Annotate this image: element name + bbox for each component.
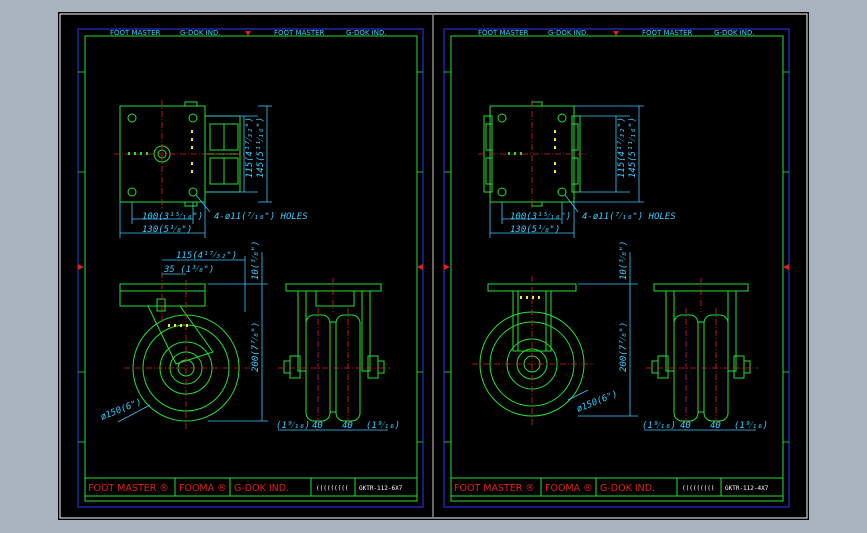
dim-width-4: (1⁹⁄₁₆) — [366, 421, 400, 431]
header-text-3: FOOT MASTER — [274, 29, 325, 37]
holes-note: 4-ø11(⁷⁄₁₆") HOLES — [214, 212, 308, 222]
dim-145-vertical-r: 145(5¹¹⁄₁₆") — [628, 117, 638, 178]
sheet-right: FOOT MASTER G-DOK IND. FOOT MASTER G-DOK… — [443, 28, 790, 508]
title-fooma: FOOMA ® — [179, 483, 227, 494]
title-model-number: GKTR-112-6X7 — [359, 485, 403, 492]
dim-200-r: 200(7⁷⁄₈") — [619, 322, 629, 372]
dim-10-r: 10(³⁄₈") — [619, 241, 629, 280]
dim-100-r: 100(3¹⁵⁄₁₆") — [510, 212, 571, 222]
dim-width-3-r: 40 — [710, 421, 721, 431]
header-text-6: G-DOK IND. — [548, 29, 589, 37]
dim-130-r: 130(5¹⁄₈") — [510, 225, 560, 235]
side-view-rigid — [472, 276, 594, 426]
title-model-number-r: GKTR-112-4X7 — [725, 485, 769, 492]
title-gdok: G-DOK IND. — [234, 483, 289, 494]
dim-115-vertical: 115(4¹⁷⁄₃₂") — [245, 117, 255, 178]
dim-115-horizontal: 115(4¹⁷⁄₃₂") — [176, 251, 237, 261]
dim-width-1-r: (1⁹⁄₁₆) — [642, 421, 676, 431]
cad-drawing: FOOT MASTER G-DOK IND. FOOT MASTER G-DOK… — [59, 13, 808, 519]
dim-35: 35 (1³⁄₈") — [163, 265, 214, 275]
dim-width-4-r: (1⁹⁄₁₆) — [734, 421, 768, 431]
header-text-1: FOOT MASTER — [110, 29, 161, 37]
header-text-2: G-DOK IND. — [180, 29, 221, 37]
dim-130: 130(5¹⁄₈") — [142, 225, 192, 235]
dim-115-vertical-r: 115(4¹⁷⁄₃₂") — [617, 117, 627, 178]
top-view-plate-rigid — [478, 100, 588, 210]
dim-diameter-150: ø150(6") — [99, 397, 143, 423]
title-block-right: FOOT MASTER ® FOOMA ® G-DOK IND. (((((((… — [450, 477, 784, 497]
header-text-8: G-DOK IND. — [714, 29, 755, 37]
drawing-canvas: FOOT MASTER G-DOK IND. FOOT MASTER G-DOK… — [58, 12, 809, 520]
title-code-a: ((((((((( — [316, 485, 349, 492]
title-foot-master-r: FOOT MASTER ® — [454, 483, 535, 494]
title-gdok-r: G-DOK IND. — [600, 483, 655, 494]
title-fooma-r: FOOMA ® — [545, 483, 593, 494]
top-view-plate — [114, 100, 248, 210]
header-text-7: FOOT MASTER — [642, 29, 693, 37]
front-view-caster — [278, 278, 390, 430]
dim-145-vertical: 145(5¹¹⁄₁₆") — [256, 117, 266, 178]
dim-10: 10(³⁄₈") — [251, 241, 261, 280]
sheet-left: FOOT MASTER G-DOK IND. FOOT MASTER G-DOK… — [77, 28, 424, 508]
dim-width-1: (1⁹⁄₁₆) — [276, 421, 310, 431]
holes-note-r: 4-ø11(⁷⁄₁₆") HOLES — [582, 212, 676, 222]
front-view-rigid — [646, 278, 758, 430]
header-text-5: FOOT MASTER — [478, 29, 529, 37]
dim-width-2: 40 — [312, 421, 323, 431]
title-block-left: FOOT MASTER ® FOOMA ® G-DOK IND. (((((((… — [84, 477, 418, 497]
dim-100: 100(3¹⁵⁄₁₆") — [142, 212, 203, 222]
dim-width-3: 40 — [342, 421, 353, 431]
dim-width-2-r: 40 — [680, 421, 691, 431]
header-text-4: G-DOK IND. — [346, 29, 387, 37]
title-foot-master: FOOT MASTER ® — [88, 483, 169, 494]
title-code-a-r: ((((((((( — [682, 485, 715, 492]
dim-200: 200(7⁷⁄₈") — [251, 322, 261, 372]
